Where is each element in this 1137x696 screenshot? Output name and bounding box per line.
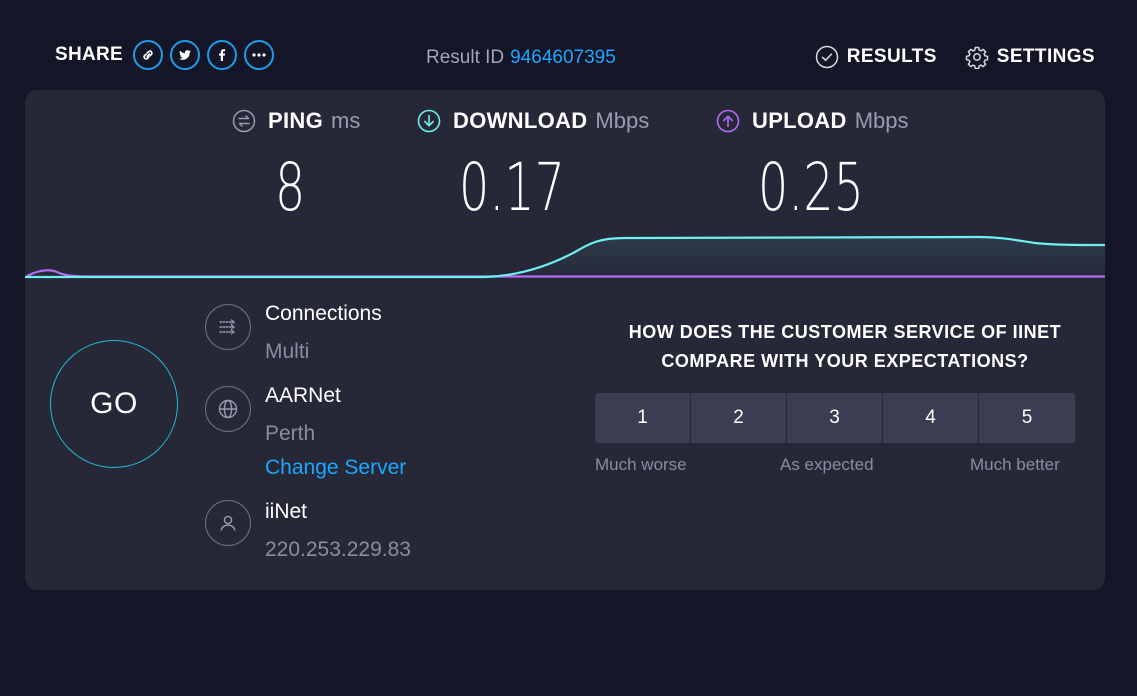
download-label: DOWNLOAD <box>453 108 588 133</box>
upload-label: UPLOAD <box>752 108 847 133</box>
result-id-label: Result ID <box>426 47 505 68</box>
ping-icon <box>232 109 256 133</box>
settings-button[interactable]: SETTINGS <box>965 45 1095 69</box>
go-button[interactable]: GO <box>50 340 178 468</box>
download-icon <box>417 109 441 133</box>
upload-unit: Mbps <box>854 108 909 133</box>
ping-metric: PING ms 8 <box>232 108 360 226</box>
speed-graph <box>25 235 1105 280</box>
user-icon <box>205 500 251 546</box>
more-icon[interactable] <box>244 40 275 70</box>
result-id: Result ID 9464607395 <box>426 47 616 69</box>
link-icon[interactable] <box>133 40 164 70</box>
download-value: 0.17 <box>459 149 565 226</box>
rating-label-high: Much better <box>970 455 1060 474</box>
upload-icon <box>716 109 740 133</box>
connections-icon <box>205 304 251 350</box>
result-panel: PING ms 8 DOWNLOAD Mbps 0.17 UPLOAD Mbps… <box>25 90 1105 590</box>
twitter-icon[interactable] <box>170 40 201 70</box>
check-circle-icon <box>815 45 838 69</box>
rating-label-mid: As expected <box>780 455 874 474</box>
results-button[interactable]: RESULTS <box>815 45 937 69</box>
rating-button-4[interactable]: 4 <box>883 393 978 443</box>
go-label: GO <box>90 387 138 420</box>
upload-header: UPLOAD Mbps <box>716 108 909 134</box>
server-name: AARNet <box>265 384 341 407</box>
connections-label: Connections <box>265 302 382 325</box>
share-bar: SHARE <box>55 40 281 70</box>
upload-value: 0.25 <box>758 149 864 226</box>
rating-buttons: 1 2 3 4 5 <box>595 393 1075 443</box>
server-location: Perth <box>265 422 316 445</box>
settings-label: SETTINGS <box>996 46 1095 67</box>
result-id-link[interactable]: 9464607395 <box>510 47 616 68</box>
rating-button-5[interactable]: 5 <box>979 393 1075 443</box>
rating-button-2[interactable]: 2 <box>691 393 786 443</box>
ping-unit: ms <box>331 108 361 133</box>
download-unit: Mbps <box>595 108 650 133</box>
upload-metric: UPLOAD Mbps 0.25 <box>716 108 909 226</box>
rating-label-low: Much worse <box>595 455 687 474</box>
connections-value: Multi <box>265 340 310 363</box>
survey-question: HOW DOES THE CUSTOMER SERVICE OF IINET C… <box>628 322 1062 371</box>
gear-icon <box>965 46 989 69</box>
top-bar: SHARE Result ID 9464607395 RESULTS SETTI… <box>0 0 1137 90</box>
globe-icon <box>205 386 251 432</box>
rating-button-1[interactable]: 1 <box>595 393 690 443</box>
ping-label: PING <box>268 108 323 133</box>
results-label: RESULTS <box>846 46 937 67</box>
change-server-link[interactable]: Change Server <box>265 456 406 480</box>
top-nav: RESULTS SETTINGS <box>787 45 1095 69</box>
provider-name: iiNet <box>265 500 308 523</box>
rating-button-3[interactable]: 3 <box>787 393 882 443</box>
download-header: DOWNLOAD Mbps <box>417 108 649 134</box>
download-metric: DOWNLOAD Mbps 0.17 <box>417 108 649 226</box>
share-label: SHARE <box>55 44 124 65</box>
provider-ip: 220.253.229.83 <box>265 538 411 561</box>
ping-header: PING ms <box>232 108 360 134</box>
ping-value: 8 <box>275 149 306 226</box>
facebook-icon[interactable] <box>207 40 238 70</box>
download-graph-fill <box>25 237 1105 280</box>
